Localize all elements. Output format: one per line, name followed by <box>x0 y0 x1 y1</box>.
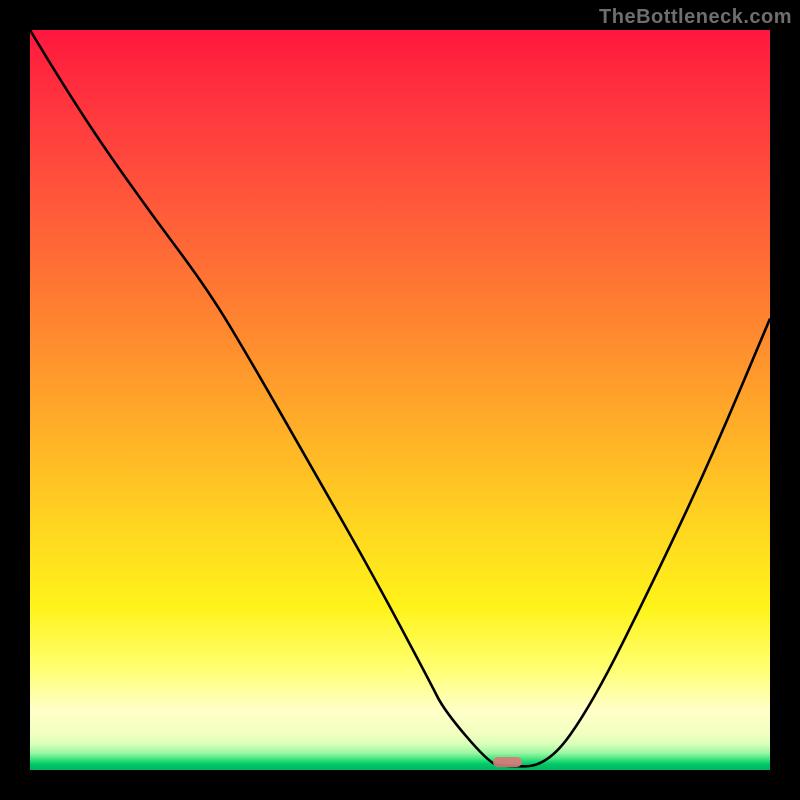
watermark-label: TheBottleneck.com <box>599 6 792 29</box>
chart-container: TheBottleneck.com <box>0 0 800 800</box>
curve-path <box>30 30 770 766</box>
optimal-position-marker <box>493 757 523 767</box>
plot-area <box>30 30 770 770</box>
bottleneck-curve <box>30 30 770 770</box>
